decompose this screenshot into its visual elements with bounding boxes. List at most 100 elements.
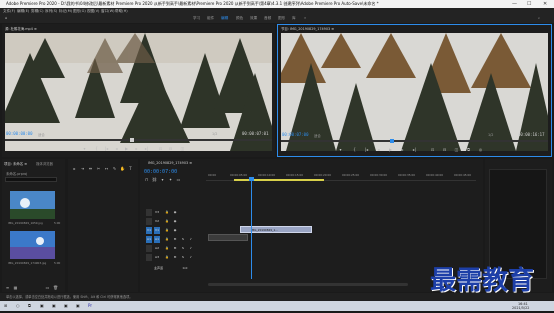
extract-icon[interactable]: ⊟ xyxy=(442,147,447,152)
lock-icon[interactable]: 🔒 xyxy=(164,254,170,261)
track-target-v1[interactable]: V1 xyxy=(146,227,152,234)
app-icon[interactable]: ▣ xyxy=(76,301,80,311)
track-target-v3[interactable] xyxy=(146,209,152,216)
program-quality-select[interactable]: 1/2 xyxy=(488,133,493,137)
source-quality-select[interactable]: 1/2 xyxy=(212,132,217,136)
project-item-thumb[interactable] xyxy=(10,191,55,219)
source-playhead[interactable] xyxy=(130,138,134,142)
eye-icon[interactable]: ◉ xyxy=(172,218,178,225)
tab-more[interactable]: » xyxy=(304,14,306,23)
razor-tool-icon[interactable]: ✂ xyxy=(96,166,101,171)
export-frame-icon[interactable]: ◫ xyxy=(180,146,185,151)
timeline-timecode[interactable]: 00:00:07:00 xyxy=(144,169,177,175)
time-ruler[interactable]: 00:00 00:00:05:00 00:00:10:00 00:00:15:0… xyxy=(206,169,476,181)
track-label-a2[interactable]: A2 xyxy=(154,245,160,252)
eye-icon[interactable]: ◉ xyxy=(172,227,178,234)
solo-button[interactable]: S xyxy=(180,254,186,261)
windows-start-icon[interactable]: ⊞ xyxy=(4,301,7,311)
slip-tool-icon[interactable]: ↔ xyxy=(104,166,109,171)
mic-icon[interactable]: ♪ xyxy=(188,254,194,261)
mute-button[interactable]: M xyxy=(172,236,178,243)
tab-graphics[interactable]: 图形 xyxy=(278,14,285,23)
minimize-button[interactable]: — xyxy=(512,0,517,8)
hand-tool-icon[interactable]: ✋ xyxy=(120,166,125,171)
solo-button[interactable]: S xyxy=(180,245,186,252)
maximize-button[interactable]: ☐ xyxy=(527,0,531,8)
track-label-a1[interactable]: A1 xyxy=(154,236,160,243)
type-tool-icon[interactable]: T xyxy=(128,166,133,171)
go-to-out-icon[interactable]: ▸| xyxy=(412,147,417,152)
insert-icon[interactable]: ⊡ xyxy=(158,146,163,151)
tab-audio[interactable]: 音频 xyxy=(264,14,271,23)
mute-button[interactable]: M xyxy=(172,245,178,252)
lock-icon[interactable]: 🔒 xyxy=(164,227,170,234)
snap-icon[interactable]: ⊓ xyxy=(144,177,149,182)
track-target-a2[interactable] xyxy=(146,245,152,252)
track-target-v2[interactable] xyxy=(146,218,152,225)
export-frame-icon[interactable]: ◫ xyxy=(454,147,459,152)
app-icon[interactable]: ▣ xyxy=(64,301,68,311)
step-forward-icon[interactable]: ▸ xyxy=(400,147,405,152)
project-item-thumb[interactable] xyxy=(10,231,55,259)
source-monitor-title[interactable]: 源: 杜鹃花海.mp4 ≡ xyxy=(5,26,37,31)
captions-icon[interactable]: ▭ xyxy=(176,177,181,182)
timeline-playhead[interactable] xyxy=(251,179,252,279)
track-label-v3[interactable]: V3 xyxy=(154,209,160,216)
search-taskbar-icon[interactable]: ○ xyxy=(16,301,20,311)
trash-icon[interactable]: 🗑 xyxy=(53,285,58,290)
icon-view-icon[interactable]: ▦ xyxy=(13,285,18,290)
selection-tool-icon[interactable]: ▸ xyxy=(72,166,77,171)
track-target-a1[interactable]: A1 xyxy=(146,236,152,243)
program-timecode[interactable]: 00:00:07:00 xyxy=(282,132,309,137)
solo-button[interactable]: S xyxy=(180,236,186,243)
project-search-input[interactable] xyxy=(5,177,57,182)
premiere-app-icon[interactable]: Pr xyxy=(88,301,92,311)
step-back-icon[interactable]: ◂ xyxy=(114,146,119,151)
track-label-v2[interactable]: V2 xyxy=(154,218,160,225)
eye-icon[interactable]: ◉ xyxy=(172,209,178,216)
tab-assembly[interactable]: 组件 xyxy=(207,14,214,23)
tab-editing[interactable]: 编辑 xyxy=(221,14,228,23)
program-playhead[interactable] xyxy=(390,139,394,143)
close-button[interactable]: ✕ xyxy=(543,0,547,8)
lock-icon[interactable]: 🔒 xyxy=(164,218,170,225)
source-zoom-select[interactable]: 适合 xyxy=(38,132,45,137)
go-to-in-icon[interactable]: |◂ xyxy=(104,146,109,151)
audio-clip[interactable] xyxy=(208,234,248,241)
new-item-icon[interactable]: ▭ xyxy=(45,285,50,290)
source-scrub-bar[interactable] xyxy=(5,139,272,141)
lift-icon[interactable]: ⊡ xyxy=(430,147,435,152)
go-to-out-icon[interactable]: ▸| xyxy=(144,146,149,151)
lock-icon[interactable]: 🔒 xyxy=(164,245,170,252)
step-forward-icon[interactable]: ▸ xyxy=(134,146,139,151)
tab-libraries[interactable]: 库 xyxy=(292,14,296,23)
mark-out-icon[interactable]: { xyxy=(352,147,357,152)
lock-icon[interactable]: 🔒 xyxy=(164,209,170,216)
overwrite-icon[interactable]: ⊟ xyxy=(168,146,173,151)
mark-in-icon[interactable]: ▾ xyxy=(338,147,343,152)
tab-learn[interactable]: 学习 xyxy=(193,14,200,23)
track-label-v1[interactable]: V1 xyxy=(154,227,160,234)
mic-icon[interactable]: ♪ xyxy=(188,236,194,243)
tab-color[interactable]: 颜色 xyxy=(236,14,243,23)
app-icon[interactable]: ▣ xyxy=(52,301,56,311)
master-value[interactable]: 0.0 xyxy=(180,265,190,272)
list-view-icon[interactable]: ≡ xyxy=(5,285,10,290)
wrench-icon[interactable]: ✦ xyxy=(168,177,173,182)
search-icon[interactable]: ⌕ xyxy=(538,14,540,23)
playhead-handle[interactable] xyxy=(249,177,254,181)
track-target-a3[interactable] xyxy=(146,254,152,261)
go-to-in-icon[interactable]: |◂ xyxy=(364,147,369,152)
track-select-icon[interactable]: ⇥ xyxy=(80,166,85,171)
play-icon[interactable]: ▶ xyxy=(388,147,393,152)
lock-icon[interactable]: 🔒 xyxy=(164,236,170,243)
compare-icon[interactable]: ⧉ xyxy=(466,147,471,152)
app-icon[interactable]: ▣ xyxy=(40,301,44,311)
work-area-bar[interactable] xyxy=(234,179,324,181)
source-timecode[interactable]: 00:00:00:00 xyxy=(6,131,33,136)
task-view-icon[interactable]: ⧉ xyxy=(28,301,31,311)
step-back-icon[interactable]: ◂ xyxy=(376,147,381,152)
program-scrub-bar[interactable] xyxy=(281,140,548,142)
add-marker-icon[interactable]: ▾ xyxy=(160,177,165,182)
ripple-edit-icon[interactable]: ⇹ xyxy=(88,166,93,171)
